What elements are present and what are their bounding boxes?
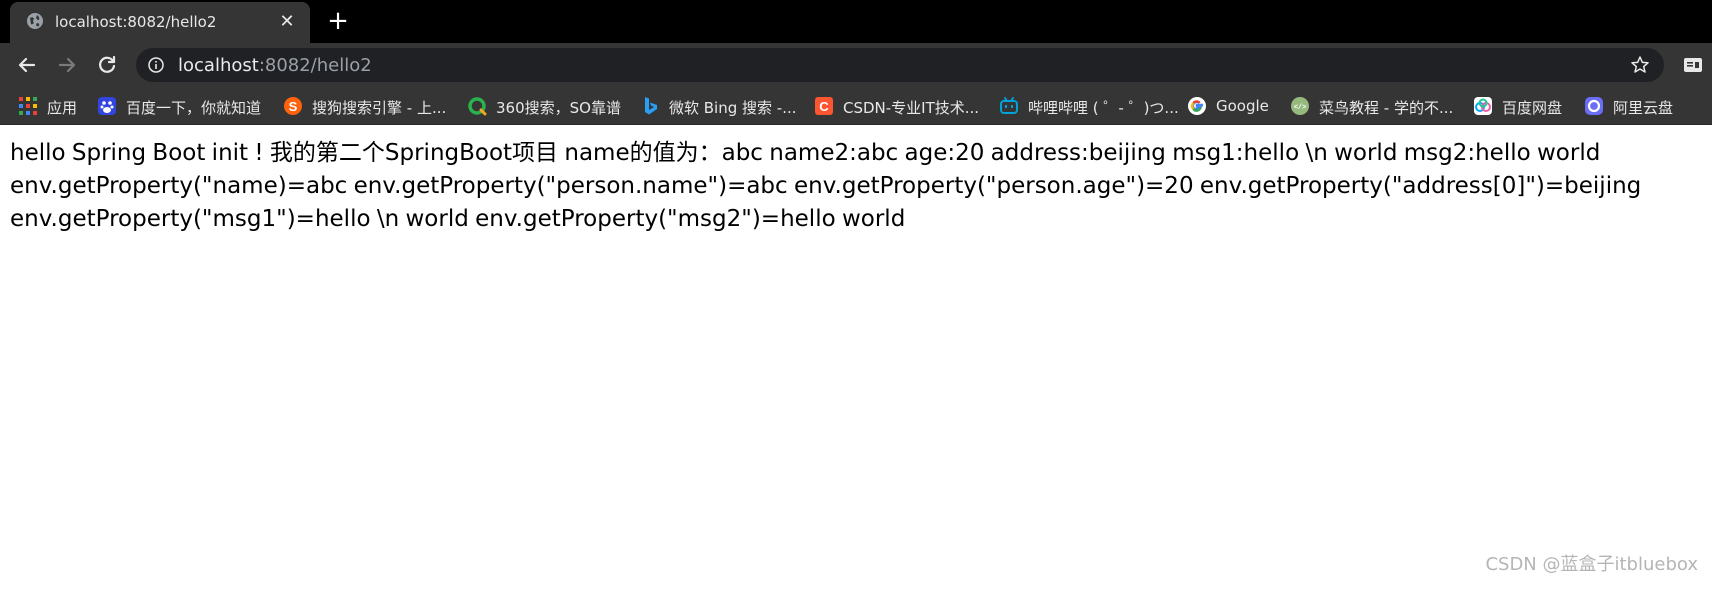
url-host: localhost	[178, 55, 259, 76]
toolbar: localhost:8082/hello2	[0, 43, 1712, 87]
star-icon[interactable]	[1630, 55, 1650, 75]
forward-arrow-icon[interactable]	[54, 52, 80, 78]
tab-strip: localhost:8082/hello2 ✕ +	[0, 0, 1712, 43]
bookmark-label: 搜狗搜索引擎 - 上...	[312, 99, 447, 117]
bookmark-label: Google	[1216, 97, 1269, 115]
close-icon[interactable]: ✕	[278, 13, 296, 31]
bilibili-icon	[1000, 97, 1018, 114]
bookmark-label: 应用	[47, 99, 78, 117]
browser-window: localhost:8082/hello2 ✕ + localhost:8082…	[0, 0, 1712, 592]
sogou-icon: S	[284, 97, 302, 115]
bing-icon	[645, 97, 657, 115]
reload-icon[interactable]	[94, 52, 120, 78]
svg-text:C: C	[819, 99, 829, 114]
csdn-icon: C	[815, 97, 833, 115]
bookmark-label: 微软 Bing 搜索 -...	[669, 99, 797, 117]
runoob-icon: </>	[1291, 97, 1309, 115]
baidu-icon	[98, 97, 116, 115]
page-body-text: hello Spring Boot init ! 我的第二个SpringBoot…	[10, 140, 1642, 232]
google-icon	[1188, 97, 1206, 115]
tab-title: localhost:8082/hello2	[55, 13, 217, 31]
url-text[interactable]: localhost:8082/hello2	[178, 55, 372, 76]
apps-grid-icon	[19, 97, 37, 115]
url-path: :8082/hello2	[258, 55, 372, 76]
bookmark-label: 360搜索，SO靠谱	[496, 99, 621, 117]
back-arrow-icon[interactable]	[14, 52, 40, 78]
360-icon	[468, 97, 487, 116]
bookmark-label: 百度网盘	[1502, 99, 1563, 117]
csdn-watermark: CSDN @蓝盒子itbluebox	[1485, 554, 1698, 575]
address-bar[interactable]: localhost:8082/hello2	[136, 48, 1664, 82]
info-icon[interactable]	[148, 57, 164, 73]
bookmark-label: CSDN-专业IT技术...	[843, 99, 980, 117]
tab-active[interactable]: localhost:8082/hello2 ✕	[10, 2, 310, 43]
page-content: hello Spring Boot init ! 我的第二个SpringBoot…	[0, 125, 1712, 592]
aliyun-drive-icon	[1585, 97, 1603, 115]
plus-icon[interactable]: +	[326, 8, 350, 34]
bookmark-label: 阿里云盘	[1613, 99, 1674, 117]
bookmark-label: 哔哩哔哩 ( ゜- ゜)つ...	[1028, 99, 1179, 117]
reading-list-icon[interactable]	[1682, 54, 1704, 76]
svg-text:S: S	[289, 99, 298, 114]
baidu-netdisk-icon	[1474, 97, 1492, 115]
svg-text:</>: </>	[1294, 104, 1307, 112]
bookmark-label: 菜鸟教程 - 学的不...	[1319, 99, 1454, 117]
bookmark-label: 百度一下，你就知道	[126, 99, 262, 117]
globe-icon	[27, 13, 43, 29]
bookmarks-bar: 应用 百度一下，你就知道 S 搜狗搜索引擎 - 上... 360搜索，SO靠谱	[0, 87, 1712, 125]
